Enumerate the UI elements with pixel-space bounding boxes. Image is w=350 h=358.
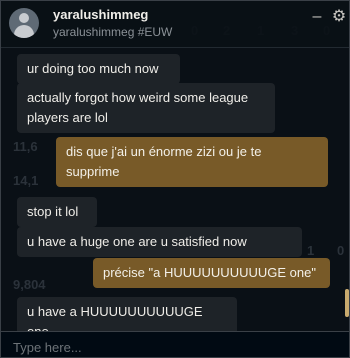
message-list[interactable]: ur doing too much now actually forgot ho… [1, 47, 341, 347]
avatar[interactable] [9, 8, 39, 38]
avatar-head-shape [19, 13, 29, 23]
message-received: u have a huge one are u satisfied now [17, 227, 302, 257]
message-input[interactable] [11, 336, 345, 357]
minimize-button[interactable]: – [309, 9, 325, 25]
message-composer [1, 331, 349, 357]
avatar-body-shape [14, 25, 34, 38]
message-received: stop it lol [17, 197, 97, 227]
chat-window: 0 2 1 3 0 11,6 14,1 9,804 1 0 yaralushim… [0, 0, 350, 358]
scrollbar-thumb[interactable] [345, 289, 349, 317]
message-sent: précise "a HUUUUUUUUUUGE one" [93, 258, 330, 288]
chat-header: yaralushimmeg yaralushimmeg #EUW – ⚙ [1, 1, 349, 48]
friend-riot-tag: yaralushimmeg #EUW [53, 25, 173, 39]
friend-display-name: yaralushimmeg [53, 7, 149, 22]
message-received: actually forgot how weird some league pl… [17, 83, 275, 133]
settings-gear-icon[interactable]: ⚙ [331, 9, 347, 25]
message-received: ur doing too much now [17, 54, 180, 84]
message-sent: dis que j'ai un énorme zizi ou je te sup… [56, 137, 328, 187]
